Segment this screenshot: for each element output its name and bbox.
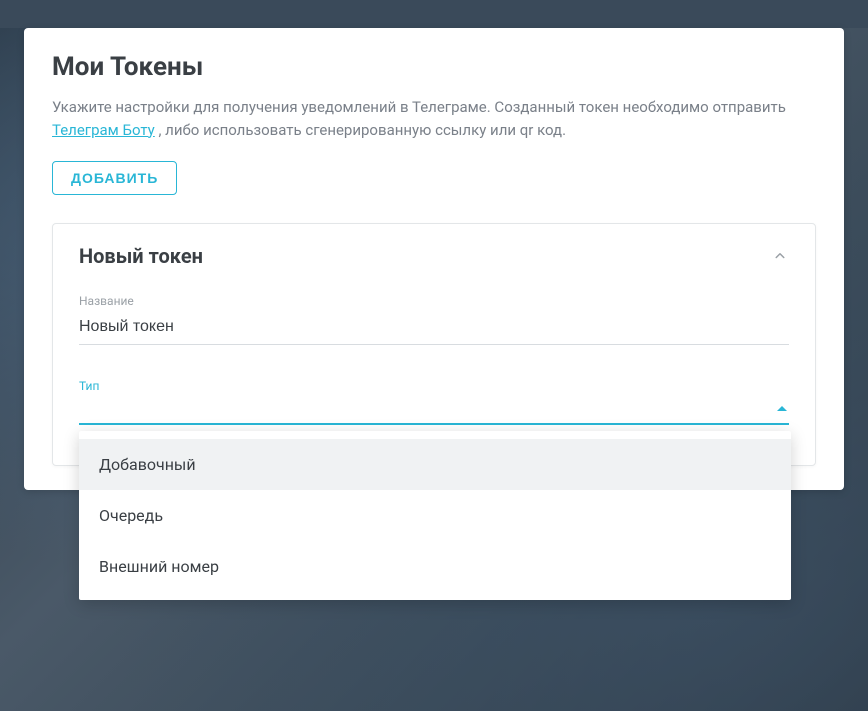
type-option-queue[interactable]: Очередь: [79, 490, 791, 541]
type-label: Тип: [79, 379, 789, 393]
token-accordion: Новый токен Название Тип Добавочный Очер…: [52, 223, 816, 466]
type-select[interactable]: [79, 397, 789, 425]
add-token-button[interactable]: ДОБАВИТЬ: [52, 161, 177, 195]
page-description: Укажите настройки для получения уведомле…: [52, 96, 816, 141]
accordion-title: Новый токен: [79, 244, 203, 268]
name-input[interactable]: [79, 312, 789, 345]
accordion-header[interactable]: Новый токен: [53, 224, 815, 286]
desc-text-pre: Укажите настройки для получения уведомле…: [52, 98, 786, 116]
chevron-up-icon: [771, 247, 789, 265]
tokens-panel: Мои Токены Укажите настройки для получен…: [24, 28, 844, 490]
page-title: Мои Токены: [52, 52, 816, 82]
accordion-body: Название Тип Добавочный Очередь Внешний …: [53, 286, 815, 465]
name-label: Название: [79, 294, 789, 308]
desc-text-post: , либо использовать сгенерированную ссыл…: [155, 121, 566, 139]
type-option-extension[interactable]: Добавочный: [79, 439, 791, 490]
type-dropdown: Добавочный Очередь Внешний номер: [79, 431, 791, 600]
type-option-external[interactable]: Внешний номер: [79, 541, 791, 592]
name-field: Название: [79, 294, 789, 345]
type-field: Тип Добавочный Очередь Внешний номер: [79, 379, 789, 425]
telegram-bot-link[interactable]: Телеграм Боту: [52, 121, 155, 139]
caret-up-icon: [777, 406, 787, 411]
